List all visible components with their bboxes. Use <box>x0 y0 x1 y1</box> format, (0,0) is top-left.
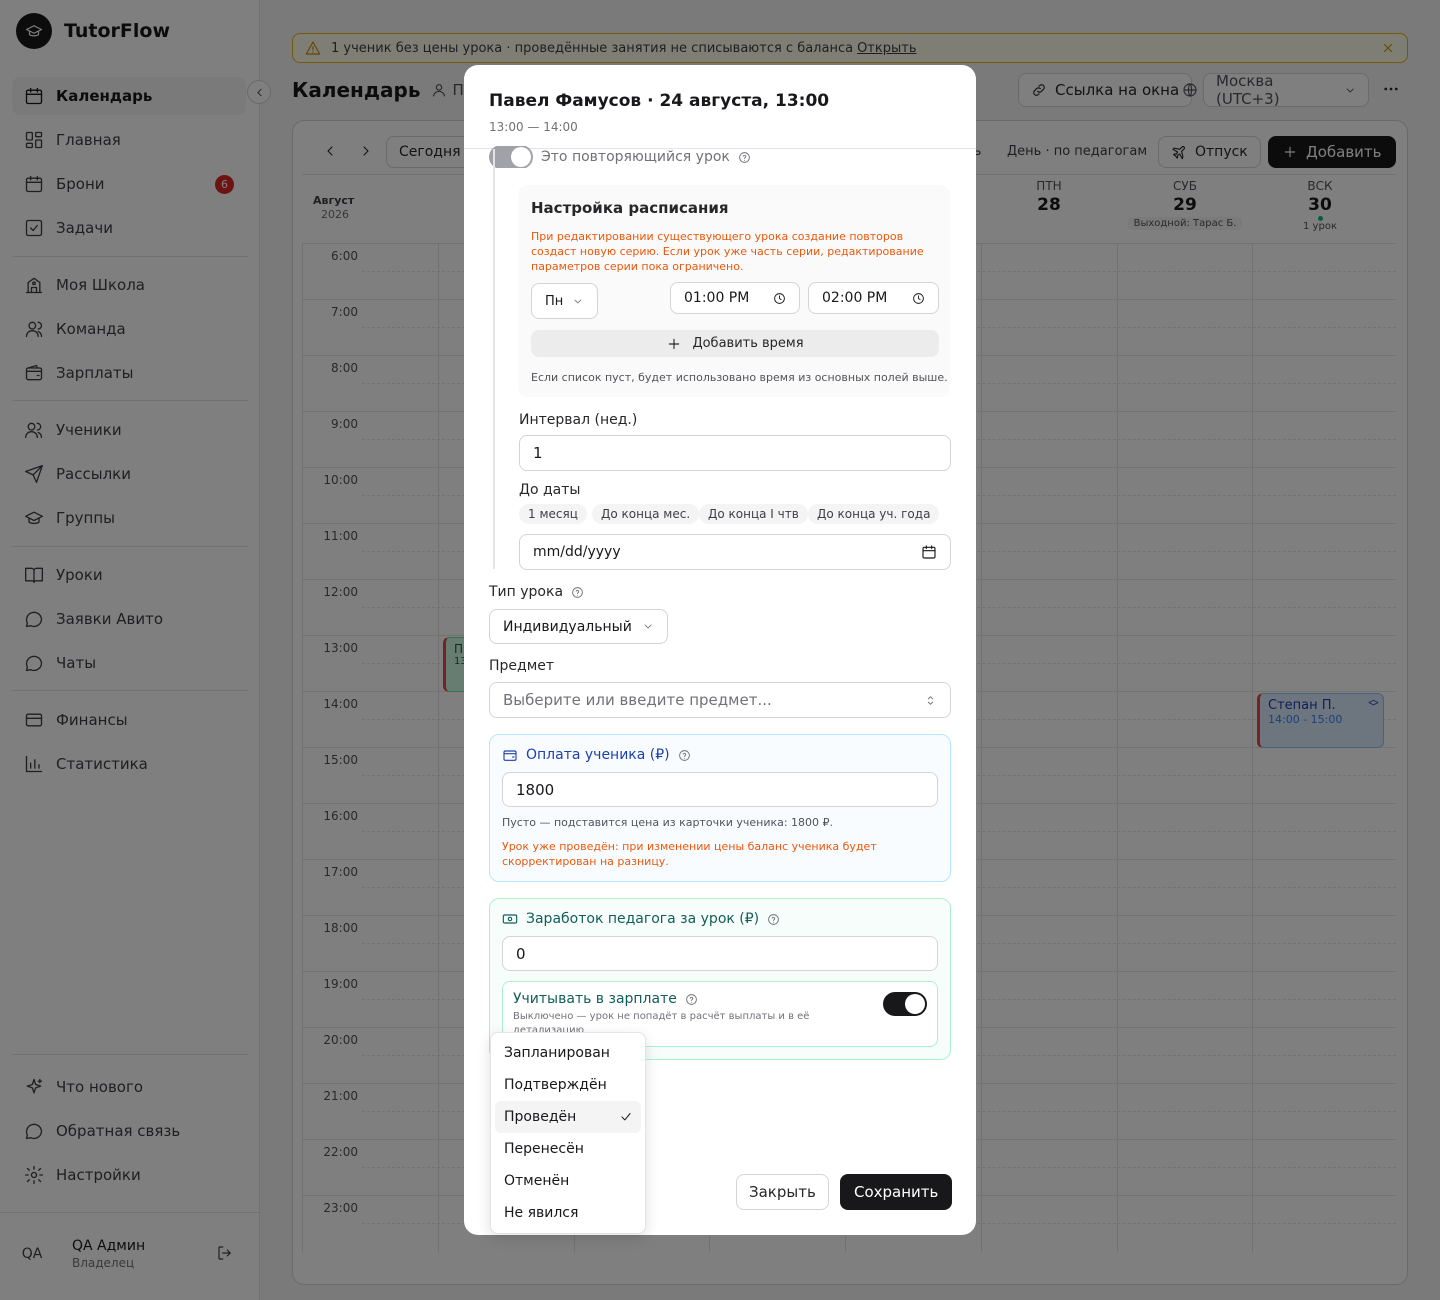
end-time-input[interactable]: 02:00 PM <box>808 282 939 314</box>
wallet-icon <box>503 750 517 761</box>
earnings-input[interactable]: 0 <box>502 936 938 971</box>
start-time-value: 01:00 PM <box>684 290 750 306</box>
chevron-down-icon <box>574 299 582 303</box>
schedule-title: Настройка расписания <box>531 199 729 217</box>
interval-label: Интервал (нед.) <box>519 412 638 428</box>
status-option[interactable]: Запланирован <box>495 1037 641 1069</box>
recurring-section-border <box>493 149 495 569</box>
subject-placeholder: Выберите или введите предмет... <box>503 691 772 709</box>
schedule-hint: Если список пуст, будет использовано вре… <box>531 371 948 384</box>
weekday-value: Пн <box>545 293 564 309</box>
modal-subtitle: 13:00 — 14:00 <box>489 120 578 134</box>
payment-warning: Урок уже проведён: при изменении цены ба… <box>502 840 877 868</box>
plus-icon <box>669 338 680 349</box>
status-option[interactable]: Перенесён <box>495 1133 641 1165</box>
status-option[interactable]: Отменён <box>495 1165 641 1197</box>
check-icon <box>621 1113 631 1121</box>
status-dropdown: Запланирован Подтверждён Проведён Перене… <box>490 1032 646 1234</box>
start-time-input[interactable]: 01:00 PM <box>670 282 800 314</box>
help-icon[interactable] <box>685 993 698 1006</box>
salary-label: Учитывать в зарплате <box>513 991 677 1007</box>
interval-value: 1 <box>533 444 543 462</box>
subject-label: Предмет <box>489 658 555 674</box>
until-date-placeholder: mm/dd/yyyy <box>533 544 621 560</box>
payment-label: Оплата ученика (₽) <box>526 747 670 763</box>
clock-icon <box>913 292 924 304</box>
until-chip[interactable]: До конца мес. <box>592 504 700 524</box>
status-option-label: Перенесён <box>504 1141 584 1157</box>
status-option-label: Отменён <box>504 1173 570 1189</box>
add-time-button[interactable]: Добавить время <box>531 330 939 357</box>
lesson-type-select[interactable]: Индивидуальный <box>489 609 668 644</box>
payment-box: Оплата ученика (₽) 1800 Пусто — подстави… <box>489 734 951 882</box>
recurring-label: Это повторяющийся урок <box>541 149 730 165</box>
payment-input[interactable]: 1800 <box>502 772 938 807</box>
earnings-header: Заработок педагога за урок (₽) <box>502 911 780 927</box>
chevron-down-icon <box>644 624 652 629</box>
chevron-updown-icon <box>927 695 934 705</box>
lesson-type-label-row: Тип урока <box>489 584 584 600</box>
banknote-icon <box>502 914 518 924</box>
status-option-label: Запланирован <box>504 1045 610 1061</box>
interval-input[interactable]: 1 <box>519 435 951 471</box>
status-option-selected[interactable]: Проведён <box>495 1101 641 1133</box>
help-icon[interactable] <box>767 913 780 926</box>
earnings-value: 0 <box>516 944 526 963</box>
status-option-label: Проведён <box>504 1109 577 1125</box>
close-button[interactable]: Закрыть <box>736 1174 829 1210</box>
help-icon[interactable] <box>678 749 691 762</box>
salary-toggle[interactable] <box>883 992 927 1016</box>
clock-icon <box>774 292 785 304</box>
payment-value: 1800 <box>516 780 555 799</box>
calendar-icon <box>922 545 936 559</box>
recurring-toggle[interactable] <box>489 146 533 168</box>
modal-title: Павел Фамусов · 24 августа, 13:00 <box>489 91 830 111</box>
help-icon[interactable] <box>738 151 751 164</box>
salary-label-row: Учитывать в зарплате <box>513 991 698 1007</box>
status-option-label: Не явился <box>504 1205 579 1221</box>
payment-header: Оплата ученика (₽) <box>502 747 691 763</box>
until-chip[interactable]: До конца уч. года <box>808 504 940 524</box>
until-date-input[interactable]: mm/dd/yyyy <box>519 534 951 570</box>
until-chip[interactable]: 1 месяц <box>519 504 587 524</box>
earnings-label: Заработок педагога за урок (₽) <box>526 911 760 927</box>
subject-combobox[interactable]: Выберите или введите предмет... <box>489 682 951 718</box>
until-label: До даты <box>519 482 581 498</box>
end-time-value: 02:00 PM <box>822 290 888 306</box>
payment-hint: Пусто — подставится цена из карточки уче… <box>502 816 834 829</box>
status-option[interactable]: Подтверждён <box>495 1069 641 1101</box>
status-option-label: Подтверждён <box>504 1077 607 1093</box>
recurring-row: Это повторяющийся урок <box>489 146 751 168</box>
status-option[interactable]: Не явился <box>495 1197 641 1229</box>
lesson-type-label: Тип урока <box>489 584 564 600</box>
help-icon[interactable] <box>571 586 584 599</box>
until-chip[interactable]: До конца I чтв <box>699 504 808 524</box>
save-label: Сохранить <box>854 1183 939 1201</box>
add-time-label: Добавить время <box>692 336 804 351</box>
schedule-warning: При редактировании существующего урока с… <box>531 230 924 273</box>
weekday-select[interactable]: Пн <box>531 283 598 319</box>
close-label: Закрыть <box>749 1183 816 1201</box>
schedule-box: Настройка расписания При редактировании … <box>518 185 950 397</box>
save-button[interactable]: Сохранить <box>840 1174 953 1210</box>
lesson-type-value: Индивидуальный <box>503 618 632 635</box>
